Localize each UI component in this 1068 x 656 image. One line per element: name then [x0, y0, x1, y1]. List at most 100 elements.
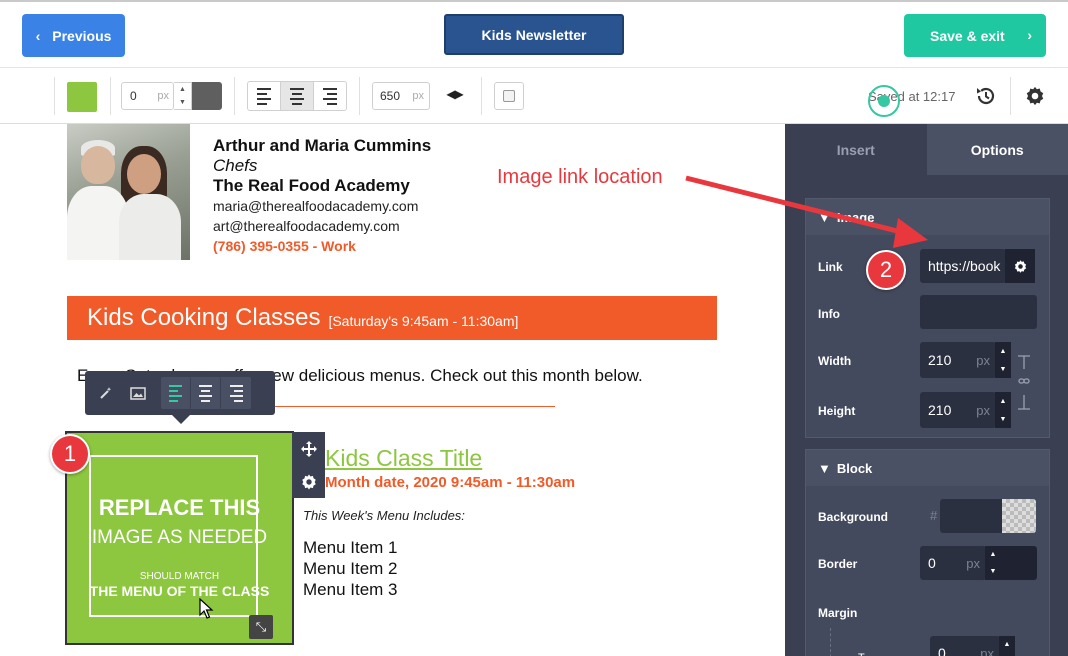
- image-width-stepper[interactable]: ▲ ▼: [995, 342, 1011, 378]
- block-settings-gear-icon[interactable]: [300, 473, 318, 491]
- align-right-button[interactable]: [314, 82, 346, 110]
- image-width-input[interactable]: 210 px: [920, 342, 996, 378]
- link-settings-button[interactable]: [1005, 249, 1035, 283]
- click-indicator-dot: [878, 95, 890, 107]
- content-width-unit: px: [412, 90, 424, 102]
- class-image-block[interactable]: REPLACE THIS IMAGE AS NEEDED SHOULD MATC…: [65, 431, 294, 645]
- margin-top-label: T: [858, 652, 865, 656]
- banner-title: Kids Cooking Classes: [87, 304, 321, 331]
- info-input[interactable]: [920, 295, 1037, 329]
- menu-item: Menu Item 1: [303, 538, 398, 557]
- editor-toolbar: 0 px ▲ ▼ 650 px ◂▸ Saved at 12:17: [0, 68, 1068, 124]
- signature-email-1[interactable]: maria@therealfoodacademy.com: [213, 198, 418, 214]
- caret-down-icon[interactable]: ▼: [179, 99, 186, 106]
- transparent-color-swatch[interactable]: [1002, 499, 1036, 533]
- image-text-line3: SHOULD MATCH: [139, 571, 220, 582]
- options-panel: Insert Options ▼ Image Link https://book…: [785, 124, 1068, 656]
- content-width-input[interactable]: 650 px: [372, 82, 430, 110]
- align-center-icon: [199, 384, 212, 402]
- block-border-input[interactable]: 0 px: [920, 546, 986, 580]
- image-height-input[interactable]: 210 px: [920, 392, 996, 428]
- caret-up-icon[interactable]: ▲: [1000, 398, 1007, 405]
- block-section-header[interactable]: ▼ Block: [806, 450, 1049, 486]
- signature-email-2[interactable]: art@therealfoodacademy.com: [213, 218, 400, 234]
- newsletter-title-button[interactable]: Kids Newsletter: [444, 14, 624, 55]
- banner-subtitle: [Saturday's 9:45am - 11:30am]: [328, 313, 519, 329]
- signature-organization: The Real Food Academy: [213, 176, 410, 195]
- caret-down-icon[interactable]: ▼: [990, 568, 997, 575]
- caret-up-icon[interactable]: ▲: [1000, 348, 1007, 355]
- border-width-value: 0: [130, 89, 137, 103]
- checkbox-icon: [503, 90, 515, 102]
- full-width-toggle-icon[interactable]: ◂▸: [441, 84, 469, 108]
- image-toolbar: [85, 371, 275, 415]
- save-exit-button[interactable]: Save & exit ›: [904, 14, 1046, 57]
- mouse-pointer-icon: [199, 598, 214, 619]
- toolbar-divider: [110, 77, 111, 115]
- image-section-title: Image: [836, 209, 875, 225]
- hash-prefix: #: [930, 508, 938, 523]
- caret-down-icon[interactable]: ▼: [1000, 416, 1007, 423]
- chevron-left-icon: ‹: [35, 27, 41, 44]
- aspect-lock-link-icon[interactable]: [1016, 355, 1032, 413]
- step-badge-1: 1: [50, 434, 90, 474]
- border-width-stepper[interactable]: ▲ ▼: [174, 82, 192, 110]
- image-width-unit: px: [976, 352, 990, 368]
- image-height-unit: px: [976, 402, 990, 418]
- margin-top-value: 0: [938, 645, 946, 656]
- caret-down-icon[interactable]: ▼: [1000, 366, 1007, 373]
- caret-up-icon[interactable]: ▲: [990, 551, 997, 558]
- image-height-stepper[interactable]: ▲ ▼: [995, 392, 1011, 428]
- magic-wand-button[interactable]: [91, 377, 121, 409]
- chefs-photo[interactable]: [67, 124, 190, 260]
- resize-handle-icon[interactable]: ⤡: [249, 615, 273, 639]
- block-side-tools: [292, 432, 325, 498]
- badge-2-number: 2: [879, 257, 893, 282]
- align-center-button[interactable]: [281, 82, 314, 110]
- image-align-left-button[interactable]: [161, 377, 191, 409]
- image-replace-button[interactable]: [123, 377, 153, 409]
- background-color-swatch[interactable]: [67, 82, 97, 112]
- align-left-icon: [169, 384, 182, 402]
- background-color-input[interactable]: [940, 499, 1003, 533]
- checkbox-toggle[interactable]: [494, 82, 524, 110]
- history-icon[interactable]: [975, 85, 997, 107]
- content-width-value: 650: [380, 89, 401, 103]
- block-border-color[interactable]: [1001, 546, 1037, 580]
- image-align-right-button[interactable]: [221, 377, 251, 409]
- save-exit-label: Save & exit: [930, 27, 1005, 44]
- border-width-input[interactable]: 0 px: [121, 82, 174, 110]
- move-icon[interactable]: [300, 440, 318, 458]
- link-input[interactable]: https://book: [920, 249, 1006, 283]
- block-border-stepper[interactable]: ▲ ▼: [985, 546, 1001, 580]
- settings-gear-icon[interactable]: [1024, 85, 1046, 107]
- image-align-center-button[interactable]: [191, 377, 221, 409]
- image-options-section: ▼ Image Link https://book Info Width 210…: [805, 198, 1050, 438]
- caret-up-icon[interactable]: ▲: [1004, 641, 1011, 648]
- align-right-icon: [323, 87, 337, 105]
- link-label: Link: [818, 260, 843, 274]
- tab-options[interactable]: Options: [926, 124, 1068, 175]
- menu-label: This Week's Menu Includes:: [303, 508, 465, 523]
- block-options-section: ▼ Block Background # Border 0 px ▲ ▼ Mar…: [805, 449, 1050, 656]
- menu-item: Menu Item 3: [303, 580, 398, 599]
- tab-insert[interactable]: Insert: [785, 124, 927, 175]
- annotation-label: Image link location: [497, 166, 663, 188]
- top-bar: ‹ Previous Kids Newsletter Save & exit ›: [0, 0, 1068, 68]
- margin-top-input[interactable]: 0 px: [930, 636, 1000, 656]
- class-title-link[interactable]: Kids Class Title: [325, 445, 482, 472]
- signature-phone[interactable]: (786) 395-0355 - Work: [213, 238, 356, 254]
- image-section-header[interactable]: ▼ Image: [806, 199, 1049, 235]
- image-icon: [130, 386, 146, 400]
- previous-button[interactable]: ‹ Previous: [22, 14, 125, 57]
- margin-top-stepper[interactable]: ▲ ▼: [999, 636, 1015, 656]
- margin-guide-line: [830, 628, 831, 656]
- border-color-swatch[interactable]: [192, 82, 222, 110]
- align-left-button[interactable]: [248, 82, 281, 110]
- caret-down-icon: ▼: [818, 460, 831, 476]
- section-banner[interactable]: Kids Cooking Classes [Saturday's 9:45am …: [67, 296, 717, 340]
- toolbar-divider: [481, 77, 482, 115]
- image-height-value: 210: [928, 402, 952, 418]
- caret-up-icon[interactable]: ▲: [179, 86, 186, 93]
- image-width-value: 210: [928, 352, 952, 368]
